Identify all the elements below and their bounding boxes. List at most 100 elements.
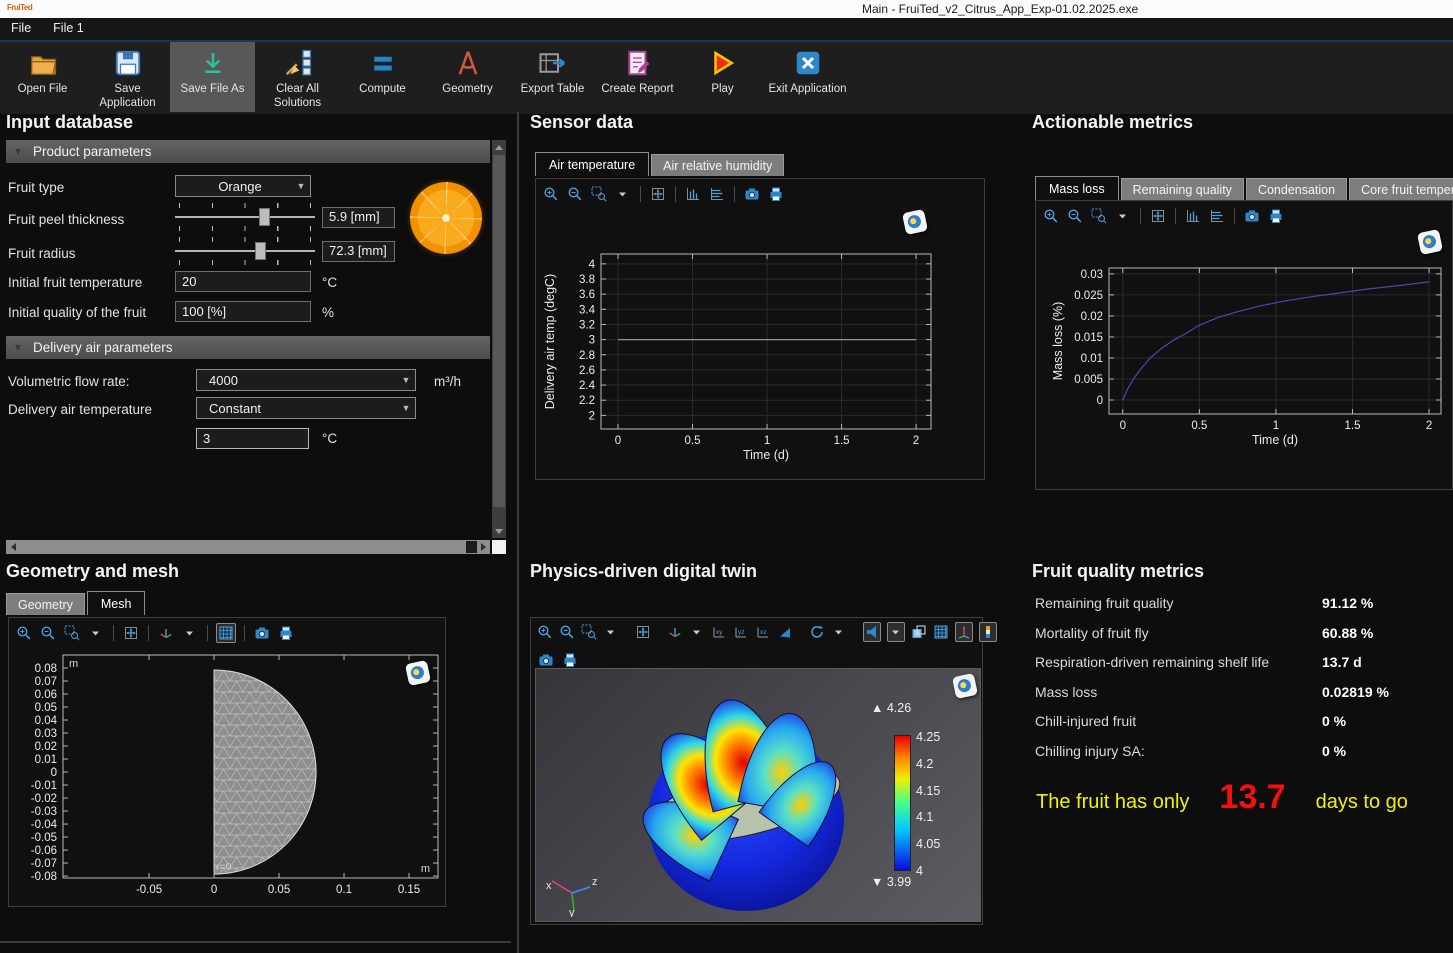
- light-icon[interactable]: [863, 622, 881, 642]
- sensor-chart[interactable]: 00.511.5222.22.42.62.833.23.43.63.84Time…: [536, 207, 984, 477]
- create-report-button[interactable]: Create Report: [595, 42, 680, 112]
- scroll-up-button[interactable]: [492, 140, 506, 154]
- view-yz-icon[interactable]: yz: [733, 623, 749, 641]
- metrics-tab-core-fruit-temperature[interactable]: Core fruit temperature: [1349, 178, 1453, 200]
- svg-text:-0.03: -0.03: [31, 806, 57, 818]
- slider-handle[interactable]: [255, 242, 266, 260]
- zoom-box-icon[interactable]: [63, 624, 81, 642]
- axes3d-icon[interactable]: [955, 622, 973, 642]
- zoom-out-icon[interactable]: [559, 623, 575, 641]
- open-file-button[interactable]: Open File: [0, 42, 85, 112]
- zoom-in-icon[interactable]: [542, 185, 560, 203]
- export-table-button[interactable]: Export Table: [510, 42, 595, 112]
- product-parameters-header[interactable]: Product parameters: [6, 140, 490, 163]
- ylog-icon[interactable]: [708, 185, 726, 203]
- view-xy-icon[interactable]: xy: [711, 623, 727, 641]
- metrics-tab-remaining-quality[interactable]: Remaining quality: [1121, 178, 1244, 200]
- scroll-down-button[interactable]: [492, 524, 506, 538]
- ylog-icon[interactable]: [1208, 207, 1226, 225]
- fruit-type-dropdown[interactable]: Orange ▼: [175, 175, 311, 197]
- save-file-as-button[interactable]: Save File As: [170, 42, 255, 112]
- slider-handle[interactable]: [259, 208, 270, 226]
- save-application-button[interactable]: Save Application: [85, 42, 170, 112]
- export-table-icon: [538, 47, 568, 79]
- fruit-radius-value[interactable]: 72.3 [mm]: [322, 241, 395, 262]
- delivery-air-temperature-dropdown[interactable]: Constant ▼: [196, 397, 416, 419]
- scrollbar-thumb[interactable]: [493, 155, 505, 507]
- extents-icon[interactable]: [635, 623, 651, 641]
- initial-quality-input[interactable]: [175, 301, 311, 322]
- caret-icon[interactable]: [87, 624, 105, 642]
- left-bottom-divider[interactable]: [0, 941, 511, 943]
- zoom-box-icon[interactable]: [1090, 207, 1108, 225]
- grid-icon[interactable]: [933, 623, 949, 641]
- metrics-tab-condensation[interactable]: Condensation: [1246, 178, 1347, 200]
- zoom-out-icon[interactable]: [1066, 207, 1084, 225]
- camera-icon[interactable]: [537, 651, 555, 669]
- menu-item-file[interactable]: File: [0, 18, 42, 35]
- caret-icon[interactable]: [614, 185, 632, 203]
- play-button[interactable]: Play: [680, 42, 765, 112]
- legend-icon[interactable]: [979, 622, 997, 642]
- volumetric-flow-rate-dropdown[interactable]: 4000 ▼: [196, 369, 416, 391]
- zoom-in-icon[interactable]: [537, 623, 553, 641]
- triad-icon[interactable]: [667, 623, 683, 641]
- caret-icon[interactable]: [831, 623, 847, 641]
- grid-icon[interactable]: [216, 623, 236, 643]
- twin-3d-view[interactable]: ▲ 4.26 4.254.24.154.14.054 ▼ 3.99 x y z: [535, 668, 981, 922]
- svg-text:0.06: 0.06: [35, 689, 57, 701]
- extents-icon[interactable]: [649, 185, 667, 203]
- column-divider[interactable]: [517, 112, 519, 953]
- massloss-chart[interactable]: 00.511.5200.0050.010.0150.020.0250.03Tim…: [1036, 229, 1452, 487]
- xlog-icon[interactable]: [1184, 207, 1202, 225]
- camera-icon[interactable]: [743, 185, 761, 203]
- fruit-radius-slider[interactable]: [175, 237, 315, 265]
- print-icon[interactable]: [277, 624, 295, 642]
- extents-icon[interactable]: [122, 624, 140, 642]
- sensor-tab-air-temperature[interactable]: Air temperature: [535, 152, 649, 176]
- caret-icon[interactable]: [181, 624, 199, 642]
- scroll-left-button[interactable]: [6, 540, 20, 554]
- camera-icon[interactable]: [253, 624, 271, 642]
- print-icon[interactable]: [1267, 207, 1285, 225]
- geometry-tab-mesh[interactable]: Mesh: [87, 591, 146, 615]
- scroll-right-button[interactable]: [476, 540, 490, 554]
- input-horizontal-scrollbar[interactable]: [6, 540, 490, 554]
- print-icon[interactable]: [767, 185, 785, 203]
- sensor-tab-air-relative-humidity[interactable]: Air relative humidity: [651, 154, 784, 176]
- fruit-peel-thickness-slider[interactable]: [175, 203, 315, 231]
- rotate-icon[interactable]: [809, 623, 825, 641]
- initial-fruit-temperature-input[interactable]: [175, 271, 311, 292]
- metrics-tab-mass-loss[interactable]: Mass loss: [1035, 176, 1119, 200]
- zoom-out-icon[interactable]: [39, 624, 57, 642]
- mesh-plot[interactable]: r=0-0.0500.050.10.150.080.070.060.050.04…: [9, 648, 445, 906]
- zoom-box-icon[interactable]: [590, 185, 608, 203]
- transp-icon[interactable]: [911, 623, 927, 641]
- compute-button[interactable]: Compute: [340, 42, 425, 112]
- menu-item-file-1[interactable]: File 1: [42, 18, 95, 35]
- caret-icon[interactable]: [887, 622, 905, 642]
- zoom-in-icon[interactable]: [1042, 207, 1060, 225]
- geometry-button[interactable]: Geometry: [425, 42, 510, 112]
- view-xz-icon[interactable]: xz: [755, 623, 771, 641]
- fruit-peel-thickness-value[interactable]: 5.9 [mm]: [322, 207, 395, 228]
- geometry-tab-geometry[interactable]: Geometry: [6, 593, 85, 615]
- exit-application-button[interactable]: Exit Application: [765, 42, 850, 112]
- camera-icon[interactable]: [1243, 207, 1261, 225]
- persp-icon[interactable]: [777, 623, 793, 641]
- geometry-icon: [453, 47, 483, 79]
- zoom-box-icon[interactable]: [581, 623, 597, 641]
- zoom-in-icon[interactable]: [15, 624, 33, 642]
- print-icon[interactable]: [561, 651, 579, 669]
- caret-icon[interactable]: [1114, 207, 1132, 225]
- input-vertical-scrollbar[interactable]: [492, 140, 506, 538]
- delivery-air-temperature-value-input[interactable]: [196, 428, 309, 449]
- caret-icon[interactable]: [689, 623, 705, 641]
- triad-icon[interactable]: [157, 624, 175, 642]
- delivery-air-parameters-header[interactable]: Delivery air parameters: [6, 336, 490, 359]
- zoom-out-icon[interactable]: [566, 185, 584, 203]
- xlog-icon[interactable]: [684, 185, 702, 203]
- caret-icon[interactable]: [603, 623, 619, 641]
- clear-all-solutions-button[interactable]: Clear All Solutions: [255, 42, 340, 112]
- extents-icon[interactable]: [1149, 207, 1167, 225]
